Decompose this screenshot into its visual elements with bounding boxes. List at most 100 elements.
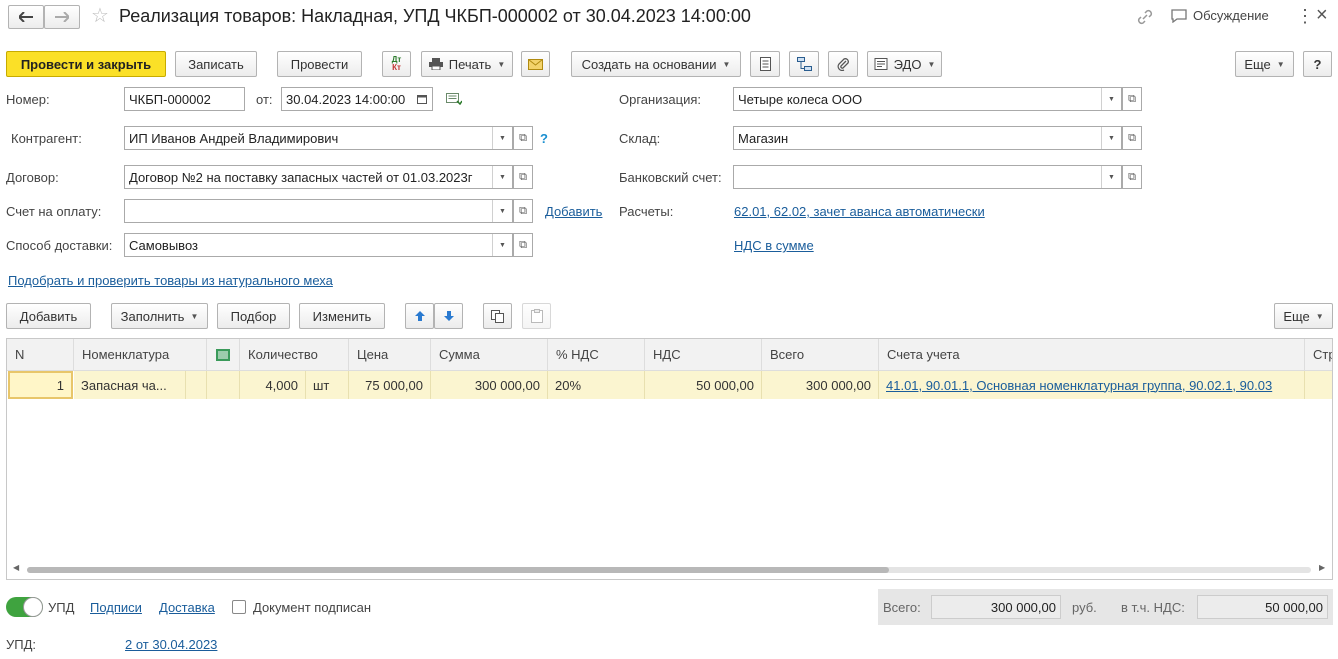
column-header-marking[interactable] — [207, 339, 240, 371]
date-label: от: — [256, 92, 273, 107]
column-header-total[interactable]: Всего — [762, 339, 879, 371]
table-add-button[interactable]: Добавить — [6, 303, 91, 329]
table-cell-sum[interactable]: 300 000,00 — [431, 371, 548, 399]
table-cell-accounts[interactable]: 41.01, 90.01.1, Основная номенклатурная … — [879, 371, 1305, 399]
open-delivery-method-button[interactable]: ⧉ — [513, 233, 533, 257]
number-field[interactable]: ЧКБП-000002 — [124, 87, 245, 111]
move-up-button[interactable] — [405, 303, 434, 329]
chevron-down-icon[interactable]: ▼ — [1101, 127, 1121, 149]
column-header-n[interactable]: N — [7, 339, 74, 371]
open-warehouse-button[interactable]: ⧉ — [1122, 126, 1142, 150]
contractor-field[interactable]: ИП Иванов Андрей Владимирович ▼ — [124, 126, 513, 150]
accounts-link[interactable]: 41.01, 90.01.1, Основная номенклатурная … — [886, 378, 1272, 393]
table-cell-n[interactable]: 1 — [8, 371, 73, 399]
table-cell-total[interactable]: 300 000,00 — [762, 371, 879, 399]
post-and-close-button[interactable]: Провести и закрыть — [6, 51, 166, 77]
table-change-button[interactable]: Изменить — [299, 303, 385, 329]
goods-table[interactable]: N Номенклатура Количество Цена Сумма % Н… — [6, 338, 1333, 580]
paste-row-button[interactable] — [522, 303, 551, 329]
report-button[interactable] — [750, 51, 780, 77]
contractor-help-icon[interactable]: ? — [540, 131, 548, 146]
signatures-link[interactable]: Подписи — [90, 600, 142, 615]
more-button[interactable]: Еще ▼ — [1235, 51, 1294, 77]
column-header-price[interactable]: Цена — [349, 339, 431, 371]
scroll-right-arrow[interactable]: ▶ — [1319, 563, 1325, 572]
chevron-down-icon[interactable]: ▼ — [492, 234, 512, 256]
print-button[interactable]: Печать ▼ — [421, 51, 513, 77]
calendar-icon[interactable] — [412, 88, 432, 110]
table-cell-price[interactable]: 75 000,00 — [349, 371, 431, 399]
toggle-knob — [23, 597, 43, 617]
invoice-add-link[interactable]: Добавить — [545, 204, 602, 219]
history-icon[interactable] — [446, 93, 462, 105]
vat-in-sum-link[interactable]: НДС в сумме — [734, 238, 814, 253]
favorite-star-icon[interactable]: ☆ — [91, 5, 109, 27]
discussion-button[interactable]: Обсуждение — [1171, 8, 1269, 23]
horizontal-scrollbar[interactable] — [27, 567, 1311, 573]
back-button[interactable] — [8, 5, 44, 29]
attach-button[interactable] — [828, 51, 858, 77]
contract-field[interactable]: Договор №2 на поставку запасных частей о… — [124, 165, 513, 189]
help-button[interactable]: ? — [1303, 51, 1332, 77]
envelope-icon — [528, 58, 543, 70]
column-header-accounts[interactable]: Счета учета — [879, 339, 1305, 371]
upd-toggle[interactable] — [6, 597, 43, 617]
signed-checkbox[interactable] — [232, 600, 246, 614]
delivery-method-field[interactable]: Самовывоз ▼ — [124, 233, 513, 257]
table-more-button[interactable]: Еще ▼ — [1274, 303, 1333, 329]
copy-row-button[interactable] — [483, 303, 512, 329]
invoice-field[interactable]: ▼ — [124, 199, 513, 223]
chevron-down-icon[interactable]: ▼ — [492, 200, 512, 222]
column-header-sum[interactable]: Сумма — [431, 339, 548, 371]
edo-button[interactable]: ЭДО ▼ — [867, 51, 942, 77]
scroll-left-arrow[interactable]: ◀ — [13, 563, 19, 572]
delivery-link[interactable]: Доставка — [159, 600, 215, 615]
chevron-down-icon: ▼ — [190, 311, 199, 321]
open-invoice-button[interactable]: ⧉ — [513, 199, 533, 223]
close-icon[interactable]: × — [1316, 4, 1328, 26]
open-contract-button[interactable]: ⧉ — [513, 165, 533, 189]
warehouse-field[interactable]: Магазин ▼ — [733, 126, 1122, 150]
table-cell-extra[interactable] — [1305, 371, 1332, 399]
forward-button[interactable] — [44, 5, 80, 29]
table-cell-marking[interactable] — [207, 371, 240, 399]
chevron-down-icon[interactable]: ▼ — [1101, 166, 1121, 188]
fur-goods-link[interactable]: Подобрать и проверить товары из натураль… — [8, 273, 333, 288]
date-field[interactable]: 30.04.2023 14:00:00 — [281, 87, 433, 111]
move-down-button[interactable] — [434, 303, 463, 329]
scrollbar-thumb[interactable] — [27, 567, 889, 573]
upd-link[interactable]: 2 от 30.04.2023 — [125, 637, 217, 652]
save-button[interactable]: Записать — [175, 51, 257, 77]
link-icon[interactable] — [1136, 8, 1154, 26]
column-header-vat[interactable]: НДС — [645, 339, 762, 371]
column-header-item[interactable]: Номенклатура — [74, 339, 207, 371]
chevron-down-icon[interactable]: ▼ — [1101, 88, 1121, 110]
dt-kt-icon: Дт Кт — [391, 55, 402, 72]
kebab-menu-icon[interactable]: ⋮ — [1296, 6, 1314, 26]
table-pick-button[interactable]: Подбор — [217, 303, 290, 329]
table-cell-item[interactable]: Запасная ча... — [74, 371, 186, 399]
open-organization-button[interactable]: ⧉ — [1122, 87, 1142, 111]
post-button[interactable]: Провести — [277, 51, 362, 77]
table-cell-vat[interactable]: 50 000,00 — [645, 371, 762, 399]
settlements-link[interactable]: 62.01, 62.02, зачет аванса автоматически — [734, 204, 985, 219]
table-cell-unit[interactable]: шт — [306, 371, 349, 399]
table-cell-vat-rate[interactable]: 20% — [548, 371, 645, 399]
column-header-vat-rate[interactable]: % НДС — [548, 339, 645, 371]
organization-field[interactable]: Четыре колеса ООО ▼ — [733, 87, 1122, 111]
structure-button[interactable] — [789, 51, 819, 77]
chevron-down-icon[interactable]: ▼ — [492, 166, 512, 188]
create-based-on-button[interactable]: Создать на основании ▼ — [571, 51, 741, 77]
open-contractor-button[interactable]: ⧉ — [513, 126, 533, 150]
table-fill-button[interactable]: Заполнить ▼ — [111, 303, 208, 329]
bank-account-field[interactable]: ▼ — [733, 165, 1122, 189]
table-cell-item-extra[interactable] — [186, 371, 207, 399]
table-cell-qty[interactable]: 4,000 — [240, 371, 306, 399]
chevron-down-icon: ▼ — [1315, 311, 1324, 321]
open-bank-account-button[interactable]: ⧉ — [1122, 165, 1142, 189]
column-header-extra[interactable]: Стр — [1305, 339, 1332, 371]
column-header-qty[interactable]: Количество — [240, 339, 349, 371]
dt-kt-button[interactable]: Дт Кт — [382, 51, 411, 77]
chevron-down-icon[interactable]: ▼ — [492, 127, 512, 149]
email-button[interactable] — [521, 51, 550, 77]
